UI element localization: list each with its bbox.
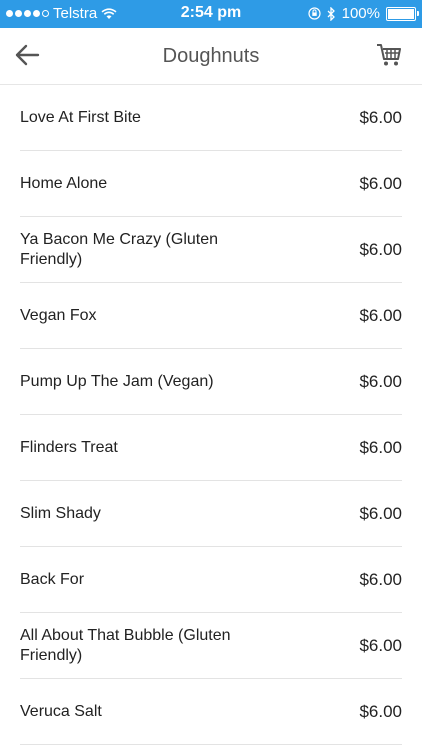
item-price: $6.00: [359, 305, 402, 325]
status-left: Telstra: [6, 5, 117, 22]
item-name: Back For: [20, 570, 85, 588]
item-price: $6.00: [359, 569, 402, 589]
list-item[interactable]: Veruca Salt $6.00: [20, 679, 402, 745]
signal-strength-icon: [6, 10, 49, 17]
item-price: $6.00: [359, 371, 402, 391]
item-price: $6.00: [359, 107, 402, 127]
item-price: $6.00: [359, 239, 402, 259]
bluetooth-icon: [327, 6, 335, 21]
item-name: Home Alone: [20, 174, 108, 192]
item-price: $6.00: [359, 701, 402, 721]
item-name: Veruca Salt: [20, 702, 102, 720]
wifi-icon: [101, 7, 117, 19]
orientation-lock-icon: [308, 7, 321, 20]
item-name: Pump Up The Jam (Vegan): [20, 372, 214, 390]
page-title: Doughnuts: [162, 45, 260, 67]
item-price: $6.00: [359, 635, 402, 655]
item-name: Vegan Fox: [20, 306, 97, 324]
item-price: $6.00: [359, 173, 402, 193]
item-name: Flinders Treat: [20, 438, 118, 456]
item-name: All About That Bubble (Gluten Friendly): [20, 626, 231, 664]
list-item[interactable]: Love At First Bite $6.00: [20, 85, 402, 151]
status-right: 100%: [308, 5, 419, 22]
item-name: Love At First Bite: [20, 108, 141, 126]
cart-icon[interactable]: [376, 42, 402, 68]
list-item[interactable]: Vegan Fox $6.00: [20, 283, 402, 349]
item-name: Slim Shady: [20, 504, 101, 522]
list-item[interactable]: Flinders Treat $6.00: [20, 415, 402, 481]
list-item[interactable]: Back For $6.00: [20, 547, 402, 613]
item-name: Ya Bacon Me Crazy (Gluten Friendly): [20, 230, 219, 268]
battery-icon: [386, 6, 419, 21]
product-list: Love At First Bite $6.00 Home Alone $6.0…: [0, 85, 422, 745]
list-item[interactable]: All About That Bubble (Gluten Friendly) …: [20, 613, 402, 679]
list-item[interactable]: Pump Up The Jam (Vegan) $6.00: [20, 349, 402, 415]
list-item[interactable]: Slim Shady $6.00: [20, 481, 402, 547]
battery-percent: 100%: [341, 5, 380, 22]
item-price: $6.00: [359, 503, 402, 523]
item-price: $6.00: [359, 437, 402, 457]
list-item[interactable]: Ya Bacon Me Crazy (Gluten Friendly) $6.0…: [20, 217, 402, 283]
carrier-label: Telstra: [53, 5, 98, 22]
list-item[interactable]: Home Alone $6.00: [20, 151, 402, 217]
nav-header: Doughnuts: [0, 28, 422, 85]
status-bar: Telstra 2:54 pm 100%: [0, 0, 422, 28]
